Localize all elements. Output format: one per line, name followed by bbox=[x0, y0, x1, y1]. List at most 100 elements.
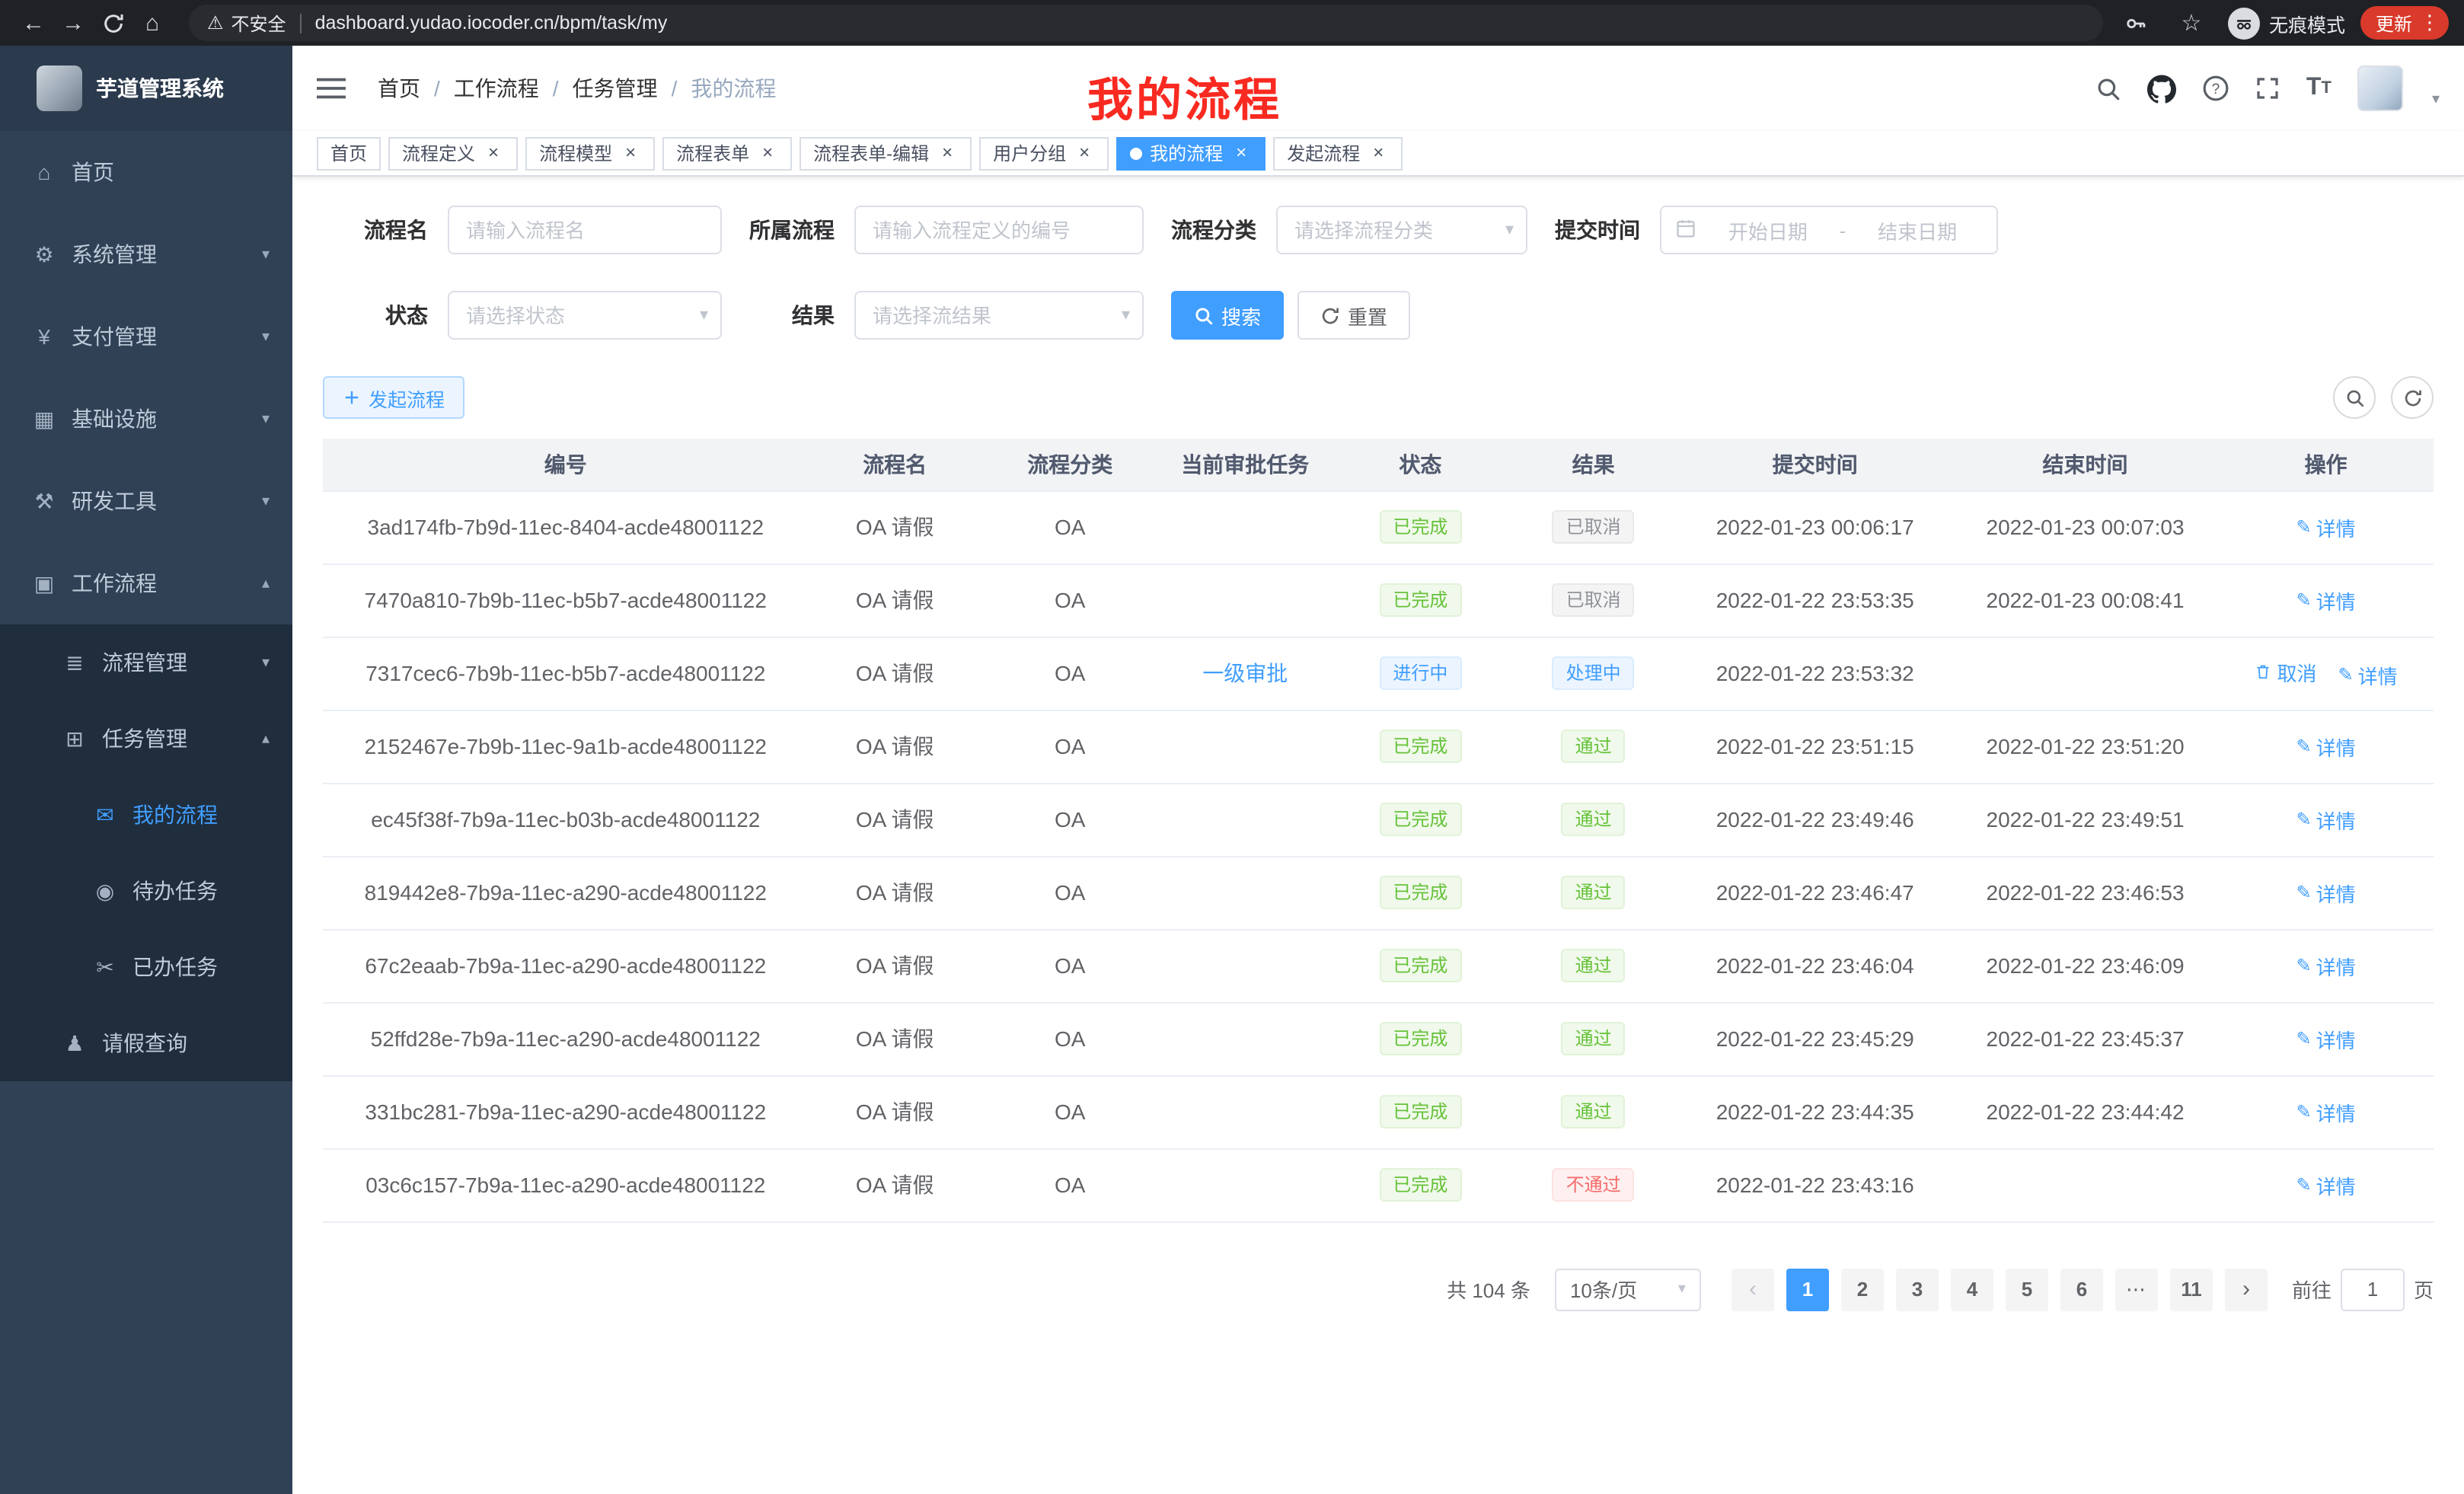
result-select[interactable] bbox=[854, 291, 1144, 340]
close-icon[interactable]: × bbox=[1074, 142, 1095, 164]
reload-icon[interactable] bbox=[94, 5, 131, 41]
sidebar-item[interactable]: ⊞任务管理▴ bbox=[0, 701, 292, 777]
refresh-button[interactable] bbox=[2391, 376, 2434, 419]
range-separator: - bbox=[1840, 219, 1846, 241]
close-icon[interactable]: × bbox=[757, 142, 778, 164]
cell-submit-time: 2022-01-22 23:53:32 bbox=[1678, 637, 1952, 710]
page-button[interactable]: 4 bbox=[1951, 1268, 1993, 1310]
menu-dots-icon[interactable]: ⋮ bbox=[2420, 11, 2440, 35]
task-link[interactable]: 一级审批 bbox=[1202, 661, 1288, 685]
detail-link[interactable]: ✎详情 bbox=[2296, 586, 2356, 615]
github-icon[interactable] bbox=[2148, 74, 2177, 103]
result-badge: 不通过 bbox=[1553, 1168, 1635, 1202]
tab[interactable]: 流程定义× bbox=[388, 136, 518, 170]
detail-link[interactable]: ✎详情 bbox=[2296, 732, 2356, 761]
process-name-input[interactable] bbox=[448, 206, 722, 254]
detail-link[interactable]: ✎详情 bbox=[2296, 805, 2356, 834]
detail-link[interactable]: ✎详情 bbox=[2296, 1170, 2356, 1199]
breadcrumb-item[interactable]: 首页 bbox=[378, 73, 420, 104]
detail-link[interactable]: ✎详情 bbox=[2296, 1097, 2356, 1126]
tab[interactable]: 我的流程× bbox=[1116, 136, 1266, 170]
detail-link[interactable]: ✎详情 bbox=[2296, 512, 2356, 541]
sidebar-item[interactable]: ▣工作流程▴ bbox=[0, 542, 292, 624]
reset-button[interactable]: 重置 bbox=[1297, 291, 1410, 340]
page-button[interactable]: 11 bbox=[2170, 1268, 2213, 1310]
sidebar-item[interactable]: ⚒研发工具▾ bbox=[0, 460, 292, 542]
tab[interactable]: 流程表单× bbox=[662, 136, 792, 170]
breadcrumb-item[interactable]: 工作流程 bbox=[454, 73, 539, 104]
sidebar-item[interactable]: ⌂首页 bbox=[0, 131, 292, 213]
fullscreen-icon[interactable] bbox=[2256, 76, 2280, 101]
detail-link[interactable]: ✎详情 bbox=[2296, 1024, 2356, 1053]
bookmark-star-icon[interactable]: ☆ bbox=[2173, 5, 2210, 41]
breadcrumb-item-current: 我的流程 bbox=[691, 73, 776, 104]
tab[interactable]: 用户分组× bbox=[979, 136, 1109, 170]
sidebar-item[interactable]: ♟请假查询 bbox=[0, 1005, 292, 1081]
create-process-button[interactable]: 发起流程 bbox=[323, 376, 464, 419]
close-icon[interactable]: × bbox=[483, 142, 504, 164]
user-avatar[interactable] bbox=[2357, 65, 2403, 111]
key-icon[interactable] bbox=[2118, 5, 2155, 41]
date-range-picker[interactable]: 开始日期 - 结束日期 bbox=[1660, 206, 1998, 254]
prev-page-button[interactable]: ‹ bbox=[1732, 1269, 1774, 1311]
page-button[interactable]: 5 bbox=[2006, 1268, 2048, 1310]
detail-link[interactable]: ✎详情 bbox=[2296, 878, 2356, 907]
update-button[interactable]: 更新 ⋮ bbox=[2360, 6, 2449, 40]
category-select[interactable] bbox=[1276, 206, 1527, 254]
page-button[interactable]: 3 bbox=[1896, 1268, 1939, 1310]
hamburger-icon[interactable] bbox=[317, 76, 347, 101]
close-icon[interactable]: × bbox=[937, 142, 958, 164]
end-date-input[interactable]: 结束日期 bbox=[1852, 215, 1983, 244]
detail-link[interactable]: ✎详情 bbox=[2296, 951, 2356, 980]
sidebar-item[interactable]: ▦基础设施▾ bbox=[0, 378, 292, 460]
breadcrumb-item[interactable]: 任务管理 bbox=[573, 73, 658, 104]
sidebar-item[interactable]: ◉待办任务 bbox=[0, 853, 292, 929]
page-button[interactable]: 1 bbox=[1786, 1268, 1829, 1310]
search-icon[interactable] bbox=[2096, 75, 2122, 101]
result-badge: 通过 bbox=[1562, 1095, 1626, 1128]
cell-submit-time: 2022-01-22 23:46:04 bbox=[1678, 929, 1952, 1002]
chevron-up-icon: ▴ bbox=[262, 575, 270, 592]
goto-page-input[interactable] bbox=[2341, 1269, 2405, 1311]
sidebar-item[interactable]: ¥支付管理▾ bbox=[0, 295, 292, 378]
page-size-select[interactable]: 10条/页 ▾ bbox=[1555, 1269, 1701, 1311]
question-icon[interactable]: ? bbox=[2203, 75, 2230, 102]
security-label[interactable]: 不安全 bbox=[231, 10, 286, 36]
sidebar-item[interactable]: ⚙系统管理▾ bbox=[0, 213, 292, 295]
next-page-button[interactable]: › bbox=[2225, 1269, 2268, 1311]
forward-icon[interactable]: → bbox=[55, 5, 91, 41]
tab[interactable]: 发起流程× bbox=[1273, 136, 1403, 170]
back-icon[interactable]: ← bbox=[15, 5, 52, 41]
caret-down-icon[interactable]: ▾ bbox=[2432, 91, 2440, 107]
tab[interactable]: 流程表单-编辑× bbox=[800, 136, 972, 170]
detail-link[interactable]: ✎详情 bbox=[2338, 660, 2398, 689]
cell-end-time: 2022-01-22 23:45:37 bbox=[1952, 1002, 2218, 1075]
start-date-input[interactable]: 开始日期 bbox=[1703, 215, 1834, 244]
close-icon[interactable]: × bbox=[1230, 142, 1252, 164]
sidebar-item[interactable]: ✉我的流程 bbox=[0, 777, 292, 853]
monitor-icon: ▦ bbox=[30, 406, 58, 432]
browser-home-icon[interactable]: ⌂ bbox=[134, 5, 171, 41]
url-text[interactable]: dashboard.yudao.iocoder.cn/bpm/task/my bbox=[315, 12, 668, 34]
content-header: 首页 / 工作流程 / 任务管理 / 我的流程 我的流程 ? bbox=[292, 46, 2464, 131]
search-button[interactable]: 搜索 bbox=[1171, 291, 1284, 340]
pagination: 共 104 条 10条/页 ▾ ‹ 123456⋯11 › 前往 页 bbox=[323, 1268, 2434, 1311]
pager-ellipsis[interactable]: ⋯ bbox=[2115, 1269, 2158, 1311]
cell-category: OA bbox=[981, 710, 1159, 783]
tab[interactable]: 首页 bbox=[317, 136, 381, 170]
address-bar[interactable]: ⚠ 不安全 dashboard.yudao.iocoder.cn/bpm/tas… bbox=[189, 5, 2103, 41]
owner-process-input[interactable] bbox=[854, 206, 1144, 254]
close-icon[interactable]: × bbox=[1368, 142, 1389, 164]
status-select[interactable] bbox=[448, 291, 722, 340]
toggle-search-button[interactable] bbox=[2333, 376, 2376, 419]
cell-category: OA bbox=[981, 856, 1159, 929]
tab[interactable]: 流程模型× bbox=[525, 136, 655, 170]
sidebar-item[interactable]: ≣流程管理▾ bbox=[0, 624, 292, 701]
page-button[interactable]: 6 bbox=[2060, 1268, 2103, 1310]
page-button[interactable]: 2 bbox=[1841, 1268, 1884, 1310]
font-size-icon[interactable]: TT bbox=[2306, 75, 2332, 102]
close-icon[interactable]: × bbox=[620, 142, 641, 164]
cancel-link[interactable]: 取消 bbox=[2254, 657, 2316, 686]
sidebar-item[interactable]: ✂已办任务 bbox=[0, 929, 292, 1005]
address-divider bbox=[300, 13, 302, 33]
